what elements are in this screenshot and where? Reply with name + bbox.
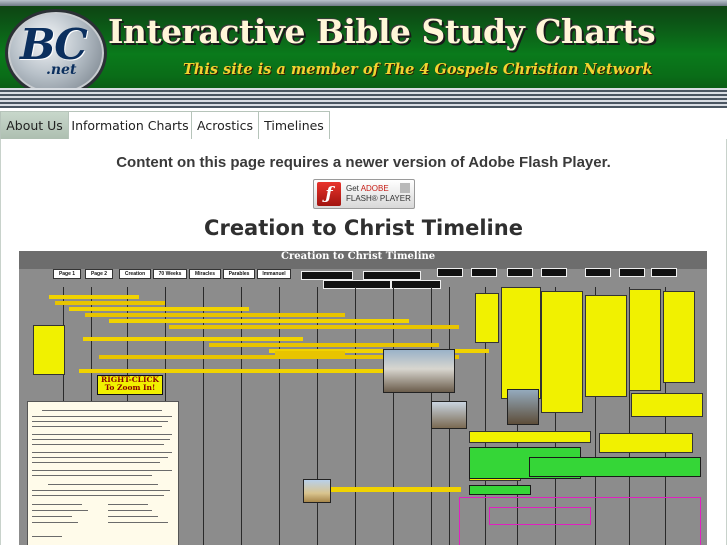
era-marker bbox=[437, 268, 463, 277]
kingdom-box bbox=[529, 457, 701, 477]
lifespan-bar bbox=[83, 337, 303, 341]
lifespan-bar bbox=[49, 295, 139, 299]
timeline-button-miracles[interactable]: Miracles bbox=[189, 269, 221, 279]
panel-text-line bbox=[32, 444, 164, 445]
panel-text-line bbox=[32, 426, 162, 427]
lifespan-bar bbox=[169, 325, 459, 329]
logo-suffix: .net bbox=[46, 62, 77, 78]
panel-text-line bbox=[108, 516, 158, 517]
timeline-button-immanuel[interactable]: Immanuel bbox=[257, 269, 291, 279]
timeline-button-creation[interactable]: Creation bbox=[119, 269, 151, 279]
panel-text-line bbox=[32, 516, 72, 517]
note-box bbox=[501, 287, 541, 399]
panel-text-line bbox=[32, 470, 172, 471]
panel-text-line bbox=[32, 462, 160, 463]
header-top-border bbox=[0, 0, 727, 6]
site-header-banner: BC .net Interactive Bible Study Charts T… bbox=[0, 0, 727, 108]
site-title: Interactive Bible Study Charts bbox=[108, 12, 656, 51]
note-box bbox=[663, 291, 695, 383]
era-marker bbox=[541, 268, 567, 277]
panel-text-line bbox=[42, 410, 162, 411]
tab-about-us[interactable]: About Us bbox=[0, 111, 69, 139]
era-marker bbox=[471, 268, 497, 277]
era-marker bbox=[363, 271, 421, 280]
panel-text-line bbox=[32, 416, 172, 417]
panel-text-line bbox=[108, 510, 152, 511]
panel-text-line bbox=[32, 490, 170, 491]
era-marker bbox=[585, 268, 611, 277]
chart-title: Creation to Christ Timeline bbox=[204, 216, 523, 240]
event-photo bbox=[431, 401, 467, 429]
note-box bbox=[585, 295, 627, 397]
flash-button-get-line: Get ADOBE bbox=[346, 184, 389, 193]
panel-text-line bbox=[32, 434, 172, 435]
panel-text-line bbox=[32, 452, 172, 453]
note-box bbox=[469, 431, 591, 443]
flash-required-message: Content on this page requires a newer ve… bbox=[116, 154, 611, 171]
timeline-button-70weeks[interactable]: 70 Weeks bbox=[153, 269, 187, 279]
note-box bbox=[629, 289, 661, 391]
right-click-zoom-label: RIGHT-CLICK To Zoom In! bbox=[97, 375, 163, 395]
flash-get-text: Get bbox=[346, 184, 359, 193]
tab-information-charts[interactable]: Information Charts bbox=[68, 111, 192, 139]
panel-text-line bbox=[32, 522, 78, 523]
panel-text-line bbox=[108, 522, 168, 523]
lifespan-bar bbox=[69, 307, 249, 311]
event-bar bbox=[331, 487, 461, 492]
timeline-button-parables[interactable]: Parables bbox=[223, 269, 255, 279]
pyramid-photo bbox=[303, 479, 331, 503]
era-marker bbox=[301, 271, 353, 280]
panel-text-line bbox=[32, 495, 164, 496]
header-stripes bbox=[0, 88, 727, 108]
timeline-button-page1[interactable]: Page 1 bbox=[53, 269, 81, 279]
era-marker bbox=[619, 268, 645, 277]
how-to-navigate-panel bbox=[27, 401, 179, 545]
note-box bbox=[33, 325, 65, 375]
kingdom-box bbox=[469, 485, 531, 495]
creation-to-christ-timeline-image[interactable]: Creation to Christ Timeline Page 1 Page … bbox=[19, 251, 707, 545]
site-logo[interactable]: BC .net bbox=[5, 9, 107, 97]
ark-photo bbox=[383, 349, 455, 393]
timeline-button-page2[interactable]: Page 2 bbox=[85, 269, 113, 279]
download-arrow-icon bbox=[400, 183, 410, 193]
tab-acrostics[interactable]: Acrostics bbox=[191, 111, 259, 139]
note-box bbox=[599, 433, 693, 453]
timeline-image-title: Creation to Christ Timeline bbox=[281, 251, 436, 262]
panel-text-line bbox=[48, 484, 158, 485]
era-marker bbox=[507, 268, 533, 277]
flash-logo-icon: ƒ bbox=[317, 182, 341, 206]
panel-text-line bbox=[32, 439, 170, 440]
note-box bbox=[475, 293, 499, 343]
main-nav: About Us Information Charts Acrostics Ti… bbox=[0, 111, 727, 140]
lifespan-bar bbox=[55, 301, 165, 305]
flash-product-text: FLASH® PLAYER bbox=[346, 194, 411, 203]
flash-brand-text: ADOBE bbox=[360, 184, 389, 193]
note-box bbox=[541, 291, 583, 413]
tab-timelines[interactable]: Timelines bbox=[258, 111, 330, 139]
era-marker bbox=[323, 280, 391, 289]
lifespan-bar bbox=[275, 351, 345, 355]
event-photo bbox=[507, 389, 539, 425]
panel-text-line bbox=[32, 475, 152, 476]
panel-text-line bbox=[32, 504, 82, 505]
note-box bbox=[631, 393, 703, 417]
site-subtitle: This site is a member of The 4 Gospels C… bbox=[183, 61, 653, 78]
panel-text-line bbox=[32, 421, 168, 422]
era-marker bbox=[651, 268, 677, 277]
panel-text-line bbox=[108, 504, 148, 505]
lifespan-bar bbox=[79, 369, 399, 373]
era-marker bbox=[391, 280, 441, 289]
get-flash-player-button[interactable]: ƒ Get ADOBE FLASH® PLAYER bbox=[313, 179, 415, 209]
nt-event-box bbox=[489, 507, 591, 525]
lifespan-bar bbox=[85, 313, 345, 317]
lifespan-bar bbox=[209, 343, 439, 347]
panel-text-line bbox=[32, 536, 62, 537]
panel-text-line bbox=[32, 457, 168, 458]
panel-text-line bbox=[32, 510, 88, 511]
lifespan-bar bbox=[109, 319, 409, 323]
